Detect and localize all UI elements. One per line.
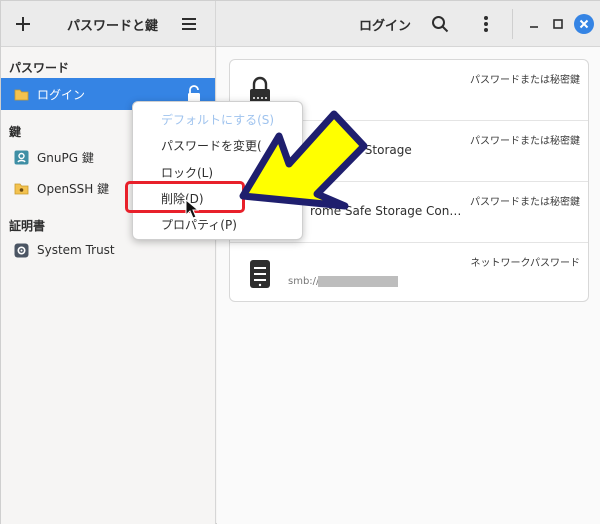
item-type: パスワードまたは秘密鍵: [470, 197, 580, 208]
gear-icon: [13, 242, 29, 258]
main-menu-button[interactable]: [173, 8, 205, 40]
sidebar-item-label: ログイン: [37, 87, 86, 102]
vertical-dots-icon: [484, 16, 488, 32]
maximize-icon: [553, 19, 563, 29]
app-title: パスワードと鍵: [67, 19, 159, 34]
sidebar-item-label: System Trust: [37, 243, 115, 257]
header-separator: [512, 9, 513, 39]
location-title: ログイン: [359, 19, 412, 34]
item-type: ネットワークパスワード: [470, 258, 581, 269]
redacted-block: [318, 276, 398, 287]
folder-icon: [13, 86, 29, 102]
close-button[interactable]: [568, 8, 600, 40]
header-bar: パスワードと鍵 ログイン: [1, 1, 600, 47]
add-button[interactable]: [7, 8, 39, 40]
folder-key-icon: [13, 180, 29, 196]
minimize-icon: [530, 26, 538, 28]
mouse-cursor-icon: [185, 199, 199, 219]
more-options-button[interactable]: [470, 8, 502, 40]
hamburger-icon: [182, 18, 196, 30]
sidebar-item-label: OpenSSH 鍵: [37, 181, 110, 196]
annotation-arrow-icon: [239, 110, 368, 210]
search-icon: [432, 16, 449, 33]
search-button[interactable]: [424, 8, 456, 40]
sidebar-header: パスワードと鍵: [1, 1, 216, 47]
plus-icon: [16, 17, 30, 31]
section-passwords: パスワード: [9, 61, 70, 75]
server-icon: [248, 259, 270, 289]
app-window: パスワードと鍵 ログイン パスワード ログイン 鍵 GnuPG 鍵 OpenSS…: [0, 0, 600, 524]
section-keys: 鍵: [9, 125, 22, 139]
section-certificates: 証明書: [9, 219, 46, 233]
item-type: パスワードまたは秘密鍵: [470, 136, 580, 147]
content-header: ログイン: [216, 1, 600, 47]
item-type: パスワードまたは秘密鍵: [470, 75, 580, 86]
list-item[interactable]: smb:// nas.local/ ネットワークパスワード: [230, 243, 588, 301]
gnupg-key-icon: [13, 149, 29, 165]
sidebar-item-label: GnuPG 鍵: [37, 150, 94, 165]
close-icon: [574, 14, 594, 34]
